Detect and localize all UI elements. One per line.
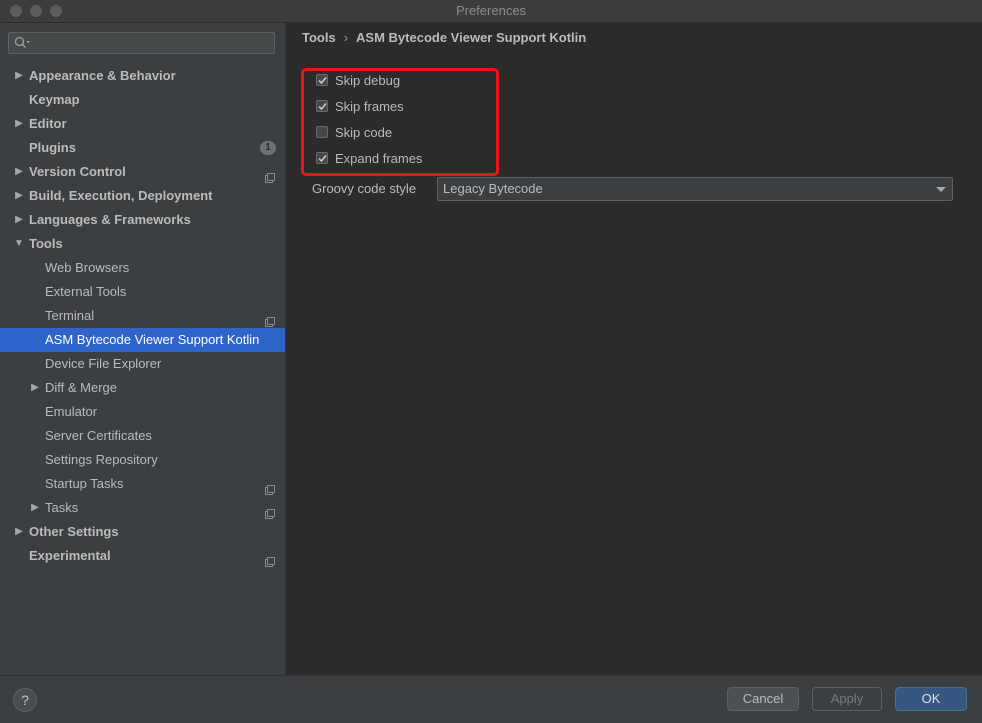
- skip-code-label: Skip code: [335, 125, 393, 140]
- breadcrumb: Tools › ASM Bytecode Viewer Support Kotlin: [302, 30, 586, 45]
- breadcrumb-separator: ›: [343, 30, 349, 45]
- skip-debug-label: Skip debug: [335, 73, 401, 88]
- sidebar-item-plugins[interactable]: Plugins 1: [0, 136, 285, 160]
- groovy-code-style-label: Groovy code style: [312, 181, 417, 196]
- groovy-code-style-select[interactable]: Legacy Bytecode: [437, 177, 953, 201]
- sidebar-item-web-browsers[interactable]: Web Browsers: [0, 256, 285, 280]
- checkmark-icon: [318, 77, 327, 85]
- sidebar-item-label: Keymap: [29, 92, 80, 107]
- project-settings-icon: [265, 311, 275, 327]
- sidebar-item-emulator[interactable]: Emulator: [0, 400, 285, 424]
- sidebar-item-label: Experimental: [29, 548, 111, 563]
- sidebar-item-languages-and-frameworks[interactable]: ▶ Languages & Frameworks: [0, 208, 285, 232]
- sidebar-item-label: Tools: [29, 236, 63, 251]
- groovy-code-style-value: Legacy Bytecode: [443, 181, 543, 196]
- sidebar-item-appearance-and-behavior[interactable]: ▶ Appearance & Behavior: [0, 64, 285, 88]
- triangle-right-icon[interactable]: ▶: [13, 112, 25, 136]
- sidebar-item-label: Terminal: [45, 308, 95, 323]
- skip-code-checkbox[interactable]: [316, 126, 328, 138]
- sidebar-item-label: Version Control: [29, 164, 126, 179]
- triangle-right-icon[interactable]: ▶: [13, 64, 25, 88]
- sidebar-item-terminal[interactable]: Terminal: [0, 304, 285, 328]
- triangle-right-icon[interactable]: ▶: [13, 184, 25, 208]
- sidebar-item-device-file-explorer[interactable]: Device File Explorer: [0, 352, 285, 376]
- expand-frames-label: Expand frames: [335, 151, 423, 166]
- sidebar-item-tasks[interactable]: ▶ Tasks: [0, 496, 285, 520]
- sidebar-item-label: Device File Explorer: [45, 356, 162, 371]
- sidebar-item-editor[interactable]: ▶ Editor: [0, 112, 285, 136]
- sidebar-item-label: Web Browsers: [45, 260, 130, 275]
- updates-badge: 1: [260, 141, 276, 155]
- settings-search-input[interactable]: [8, 32, 275, 54]
- expand-frames-checkbox[interactable]: [316, 152, 328, 164]
- window-title: Preferences: [455, 3, 527, 18]
- sidebar-item-label: Server Certificates: [45, 428, 152, 443]
- sidebar-item-label: Startup Tasks: [45, 476, 124, 491]
- sidebar-item-label: Build, Execution, Deployment: [29, 188, 213, 203]
- search-icon: [14, 36, 30, 50]
- sidebar-item-label: Settings Repository: [45, 452, 158, 467]
- cancel-button[interactable]: Cancel: [727, 687, 799, 711]
- sidebar-item-experimental[interactable]: Experimental: [0, 544, 285, 568]
- project-settings-icon: [265, 551, 275, 567]
- sidebar-item-label: Languages & Frameworks: [29, 212, 191, 227]
- dialog-footer: ? Cancel Apply OK: [0, 675, 982, 723]
- preferences-window: Preferences ▶ Appearance & Behavior Keymap…: [0, 0, 982, 723]
- sidebar-item-label: ASM Bytecode Viewer Support Kotlin: [45, 332, 260, 347]
- sidebar-item-startup-tasks[interactable]: Startup Tasks: [0, 472, 285, 496]
- sidebar-item-external-tools[interactable]: External Tools: [0, 280, 285, 304]
- sidebar-item-label: Editor: [29, 116, 67, 131]
- settings-sidebar: ▶ Appearance & Behavior Keymap ▶ Editor Plugi…: [0, 23, 286, 675]
- project-settings-icon: [265, 503, 275, 519]
- sidebar-item-label: Other Settings: [29, 524, 119, 539]
- triangle-down-icon[interactable]: ▼: [13, 232, 25, 256]
- sidebar-item-version-control[interactable]: ▶ Version Control: [0, 160, 285, 184]
- checkmark-icon: [318, 103, 327, 111]
- project-settings-icon: [265, 479, 275, 495]
- sidebar-item-keymap[interactable]: Keymap: [0, 88, 285, 112]
- sidebar-item-label: Appearance & Behavior: [29, 68, 176, 83]
- skip-frames-checkbox[interactable]: [316, 100, 328, 112]
- sidebar-item-build-execution-deployment[interactable]: ▶ Build, Execution, Deployment: [0, 184, 285, 208]
- breadcrumb-parent[interactable]: Tools: [302, 30, 336, 45]
- checkmark-icon: [318, 155, 327, 163]
- triangle-right-icon[interactable]: ▶: [29, 496, 41, 520]
- help-button[interactable]: ?: [13, 688, 37, 712]
- skip-debug-checkbox[interactable]: [316, 74, 328, 86]
- skip-frames-label: Skip frames: [335, 99, 404, 114]
- sidebar-item-asm-bytecode-viewer-support-kotlin[interactable]: ASM Bytecode Viewer Support Kotlin: [0, 328, 285, 352]
- sidebar-item-label: Plugins: [29, 140, 76, 155]
- chevron-down-icon: [936, 187, 946, 192]
- triangle-right-icon[interactable]: ▶: [13, 520, 25, 544]
- settings-content: Tools › ASM Bytecode Viewer Support Kotlin…: [286, 23, 982, 675]
- sidebar-item-tools[interactable]: ▼ Tools: [0, 232, 285, 256]
- triangle-right-icon[interactable]: ▶: [13, 160, 25, 184]
- breadcrumb-current: ASM Bytecode Viewer Support Kotlin: [356, 30, 587, 45]
- sidebar-item-diff-and-merge[interactable]: ▶ Diff & Merge: [0, 376, 285, 400]
- sidebar-item-settings-repository[interactable]: Settings Repository: [0, 448, 285, 472]
- ok-button[interactable]: OK: [895, 687, 967, 711]
- sidebar-item-server-certificates[interactable]: Server Certificates: [0, 424, 285, 448]
- settings-tree: ▶ Appearance & Behavior Keymap ▶ Editor Plugi…: [0, 64, 285, 568]
- sidebar-item-label: Tasks: [45, 500, 79, 515]
- sidebar-item-label: External Tools: [45, 284, 127, 299]
- sidebar-item-label: Emulator: [45, 404, 98, 419]
- title-bar: Preferences: [0, 0, 982, 23]
- apply-button[interactable]: Apply: [812, 687, 882, 711]
- sidebar-item-label: Diff & Merge: [45, 380, 118, 395]
- sidebar-item-other-settings[interactable]: ▶ Other Settings: [0, 520, 285, 544]
- triangle-right-icon[interactable]: ▶: [29, 376, 41, 400]
- triangle-right-icon[interactable]: ▶: [13, 208, 25, 232]
- project-settings-icon: [265, 167, 275, 183]
